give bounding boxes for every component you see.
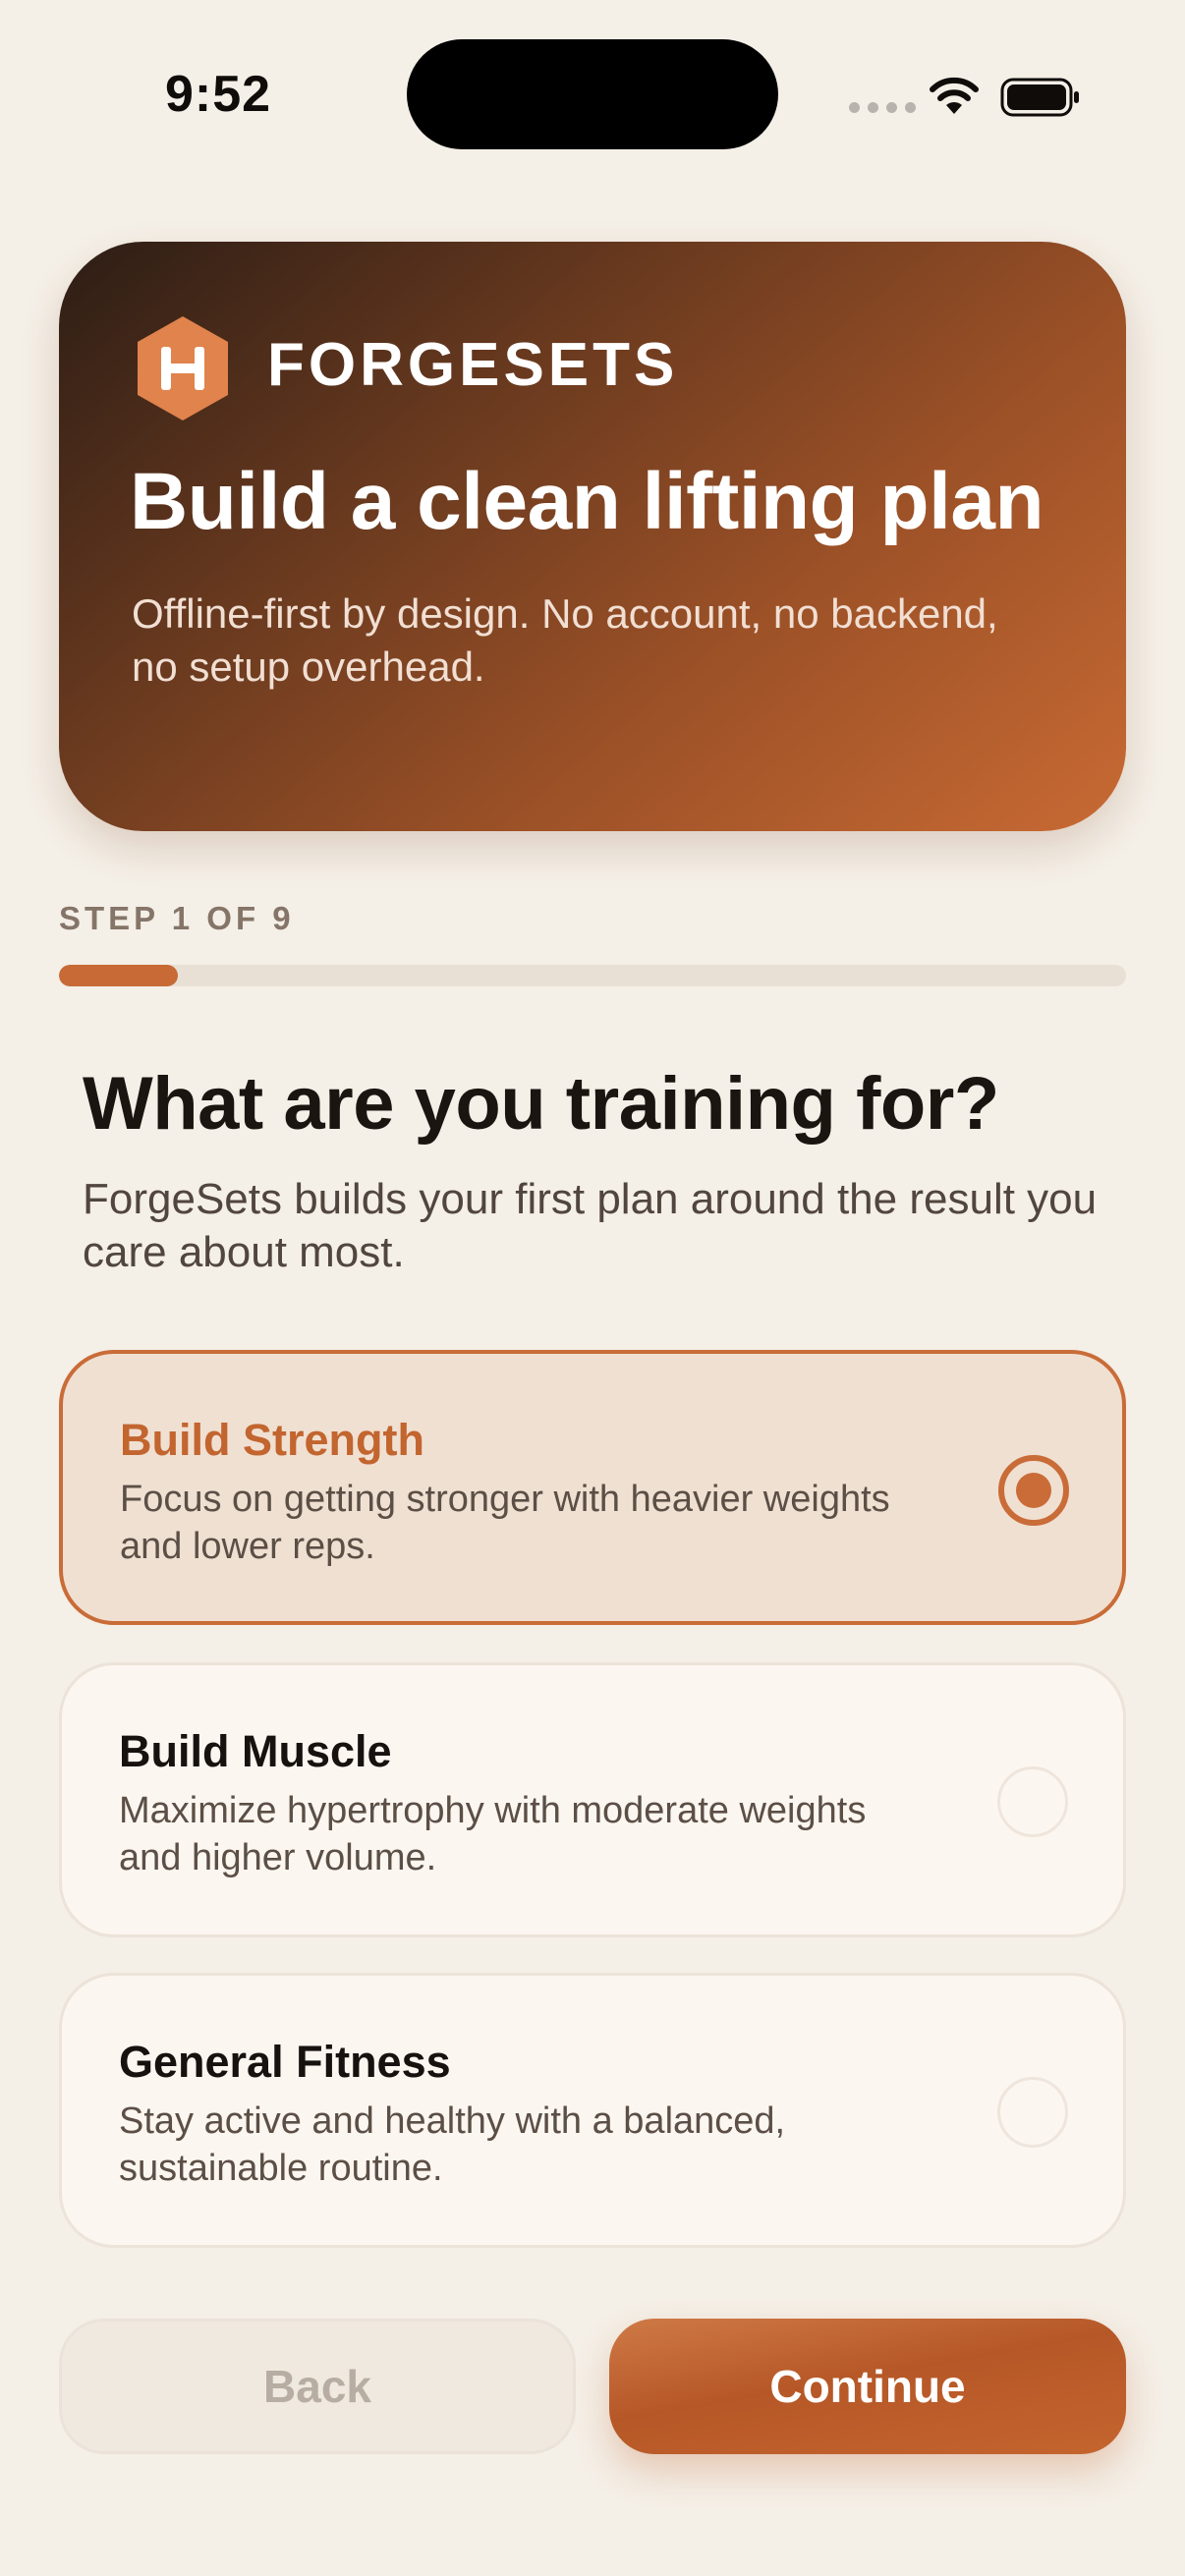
- continue-button[interactable]: Continue: [609, 2319, 1126, 2454]
- question-title: What are you training for?: [83, 1062, 999, 1146]
- status-time: 9:52: [165, 66, 272, 123]
- option-title: Build Muscle: [119, 1726, 392, 1776]
- option-description: Maximize hypertrophy with moderate weigh…: [119, 1790, 867, 1878]
- hero-subtitle: Offline-first by design. No account, no …: [132, 590, 998, 690]
- option-build-strength[interactable]: Build Strength Focus on getting stronger…: [59, 1350, 1126, 1625]
- option-build-muscle[interactable]: Build Muscle Maximize hypertrophy with m…: [59, 1662, 1126, 1937]
- battery-icon: [1000, 78, 1079, 117]
- radio-button[interactable]: [997, 1766, 1068, 1837]
- radio-button[interactable]: [998, 1455, 1069, 1526]
- back-button[interactable]: Back: [59, 2319, 576, 2454]
- option-general-fitness[interactable]: General Fitness Stay active and healthy …: [59, 1973, 1126, 2248]
- step-label: STEP 1 OF 9: [59, 900, 295, 936]
- wifi-icon: [930, 77, 979, 114]
- progress-fill: [59, 965, 178, 986]
- brand-name: FORGESETS: [267, 331, 679, 399]
- dynamic-island: [407, 39, 778, 149]
- radio-selected-dot: [1016, 1473, 1051, 1508]
- forgesets-logo-icon: [138, 316, 228, 420]
- option-description: Stay active and healthy with a balanced,…: [119, 2100, 786, 2189]
- hero-card: FORGESETS Build a clean lifting plan Off…: [59, 242, 1126, 831]
- cellular-signal-icon: [849, 102, 916, 113]
- progress-bar: [59, 965, 1126, 986]
- option-description: Focus on getting stronger with heavier w…: [120, 1479, 890, 1567]
- radio-button[interactable]: [997, 2077, 1068, 2148]
- option-title: Build Strength: [120, 1415, 424, 1465]
- question-subtitle: ForgeSets builds your first plan around …: [83, 1175, 1098, 1276]
- status-bar: 9:52: [0, 0, 1185, 196]
- option-title: General Fitness: [119, 2037, 451, 2087]
- hero-title: Build a clean lifting plan: [130, 457, 1044, 546]
